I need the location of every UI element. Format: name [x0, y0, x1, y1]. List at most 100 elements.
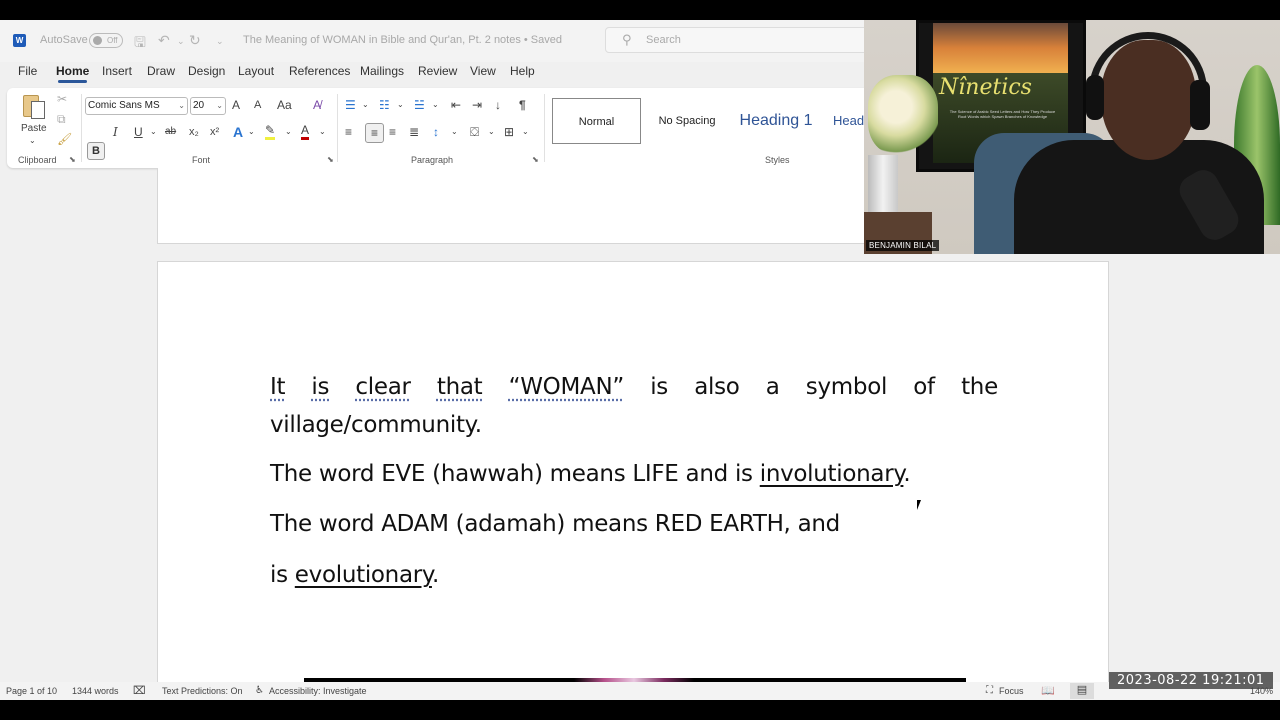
borders-icon[interactable]: ⊞ [504, 123, 514, 143]
ribbon: Paste ⌄ ✂ ⧉ 🖌 Clipboard ⬊ Comic Sans MS ⌄… [7, 88, 877, 168]
document-title[interactable]: The Meaning of WOMAN in Bible and Qur'an… [243, 34, 562, 46]
font-group-label: Font [192, 155, 211, 165]
chevron-down-icon[interactable]: ⌄ [248, 123, 255, 143]
word: that [436, 374, 483, 400]
justify-icon[interactable]: ≣ [409, 123, 419, 143]
undo-icon[interactable]: ↶ [158, 32, 170, 49]
flowers [868, 75, 938, 155]
increase-indent-icon[interactable]: ⇥ [472, 96, 482, 116]
page-count[interactable]: Page 1 of 10 [6, 686, 57, 696]
text-effects-icon[interactable]: A [233, 123, 243, 143]
paragraph-launcher-icon[interactable]: ⬊ [532, 155, 539, 164]
align-left-icon[interactable]: ≡ [345, 123, 352, 143]
cut-icon[interactable]: ✂ [57, 90, 67, 110]
chevron-down-icon: ⌄ [216, 101, 223, 110]
customize-qat-icon[interactable]: ⌄ [216, 36, 224, 47]
grow-font-button[interactable]: A [232, 96, 240, 116]
divider [544, 94, 545, 162]
word: clear [355, 374, 411, 400]
read-mode-icon[interactable]: 📖 [1041, 684, 1055, 697]
tab-help[interactable]: Help [510, 64, 535, 78]
font-launcher-icon[interactable]: ⬊ [327, 155, 334, 164]
chevron-down-icon[interactable]: ⌄ [488, 123, 495, 143]
save-icon[interactable]: 🖫 [134, 32, 146, 56]
tab-review[interactable]: Review [418, 64, 457, 78]
search-placeholder: Search [646, 34, 681, 46]
mouse-cursor-icon [917, 500, 921, 510]
clear-formatting-icon[interactable]: A̸ [313, 96, 321, 116]
copy-icon[interactable]: ⧉ [57, 110, 66, 130]
redo-icon[interactable]: ↻ [189, 32, 201, 49]
word-count[interactable]: 1344 words [72, 686, 119, 696]
paragraph-group-label: Paragraph [411, 155, 454, 165]
text-predictions-status[interactable]: Text Predictions: On [162, 686, 243, 696]
recording-timestamp: 2023-08-22 19:21:01 [1109, 672, 1273, 689]
focus-button[interactable]: Focus [999, 686, 1024, 696]
tab-file[interactable]: File [18, 64, 37, 78]
word: is [311, 374, 330, 400]
tab-draw[interactable]: Draw [147, 64, 175, 78]
sort-icon[interactable]: ↓ [495, 96, 501, 116]
strikethrough-button[interactable]: ab [165, 123, 176, 143]
search-icon: ⚲ [622, 32, 632, 47]
style-normal[interactable]: Normal [552, 98, 641, 144]
paste-icon[interactable] [21, 92, 47, 120]
chevron-down-icon[interactable]: ⌄ [432, 96, 439, 116]
document-page[interactable]: It is clear that “WOMAN” is also a symbo… [157, 261, 1109, 700]
accessibility-status[interactable]: Accessibility: Investigate [269, 686, 367, 696]
style-no-spacing[interactable]: No Spacing [647, 98, 727, 144]
chevron-down-icon[interactable]: ⌄ [522, 123, 529, 143]
change-case-button[interactable]: Aa [277, 96, 292, 116]
style-heading-1[interactable]: Heading 1 [731, 98, 821, 144]
accessibility-icon: ♿ [255, 685, 264, 696]
chevron-down-icon[interactable]: ⌄ [362, 96, 369, 116]
word: also [694, 374, 740, 400]
underline-button[interactable]: U [134, 123, 143, 143]
chevron-down-icon[interactable]: ⌄ [285, 123, 292, 143]
underlined-word: involutionary [759, 461, 904, 487]
format-painter-icon[interactable]: 🖌 [57, 130, 72, 150]
align-center-icon[interactable]: ≡ [365, 123, 384, 143]
search-input[interactable]: ⚲ Search [605, 27, 875, 53]
font-color-button[interactable]: A [301, 123, 310, 140]
tab-references[interactable]: References [289, 64, 350, 78]
word: of [913, 374, 935, 400]
bullets-icon[interactable]: ☰ [345, 96, 356, 116]
chevron-down-icon[interactable]: ⌄ [319, 123, 326, 143]
shading-icon[interactable]: ⛋ [470, 123, 479, 143]
tab-insert[interactable]: Insert [102, 64, 132, 78]
clipboard-launcher-icon[interactable]: ⬊ [69, 155, 76, 164]
shrink-font-button[interactable]: A [254, 96, 261, 116]
line-spacing-icon[interactable]: ↕ [433, 123, 439, 143]
subscript-button[interactable]: x₂ [189, 123, 199, 143]
tab-home[interactable]: Home [56, 64, 89, 83]
tab-layout[interactable]: Layout [238, 64, 274, 78]
chevron-down-icon[interactable]: ⌄ [397, 96, 404, 116]
tab-design[interactable]: Design [188, 64, 225, 78]
proofing-icon[interactable]: ⌧ [133, 684, 146, 697]
styles-group-label: Styles [765, 155, 790, 165]
chevron-down-icon[interactable]: ⌄ [451, 123, 458, 143]
font-size-select[interactable]: 20 ⌄ [190, 97, 226, 115]
word: a [765, 374, 780, 400]
superscript-button[interactable]: x² [210, 123, 219, 143]
tab-mailings[interactable]: Mailings [360, 64, 404, 78]
presenter-video: Nînetics The Science of Arabic Seed Lett… [864, 20, 1280, 254]
font-name-select[interactable]: Comic Sans MS ⌄ [85, 97, 188, 115]
align-right-icon[interactable]: ≡ [389, 123, 396, 143]
multilevel-list-icon[interactable]: ☱ [414, 96, 425, 116]
highlight-icon[interactable]: ✎ [265, 123, 276, 140]
decrease-indent-icon[interactable]: ⇤ [451, 96, 461, 116]
numbering-icon[interactable]: ☷ [379, 96, 390, 116]
show-formatting-icon[interactable]: ¶ [519, 96, 526, 116]
tab-view[interactable]: View [470, 64, 496, 78]
bold-button[interactable]: B [87, 142, 105, 160]
autosave-toggle[interactable]: Off [89, 33, 123, 48]
paste-dropdown-icon[interactable]: ⌄ [29, 132, 36, 152]
print-layout-icon[interactable]: ▤ [1070, 683, 1094, 699]
underline-dropdown-icon[interactable]: ⌄ [150, 123, 157, 143]
text-run: . [431, 562, 439, 588]
italic-button[interactable]: I [113, 123, 118, 143]
text-run: is [270, 562, 295, 588]
undo-dropdown-icon[interactable]: ⌄ [177, 36, 185, 47]
